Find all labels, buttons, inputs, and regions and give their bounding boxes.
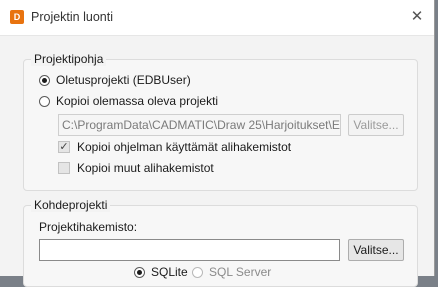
target-browse-button[interactable]: Valitse... xyxy=(348,239,404,261)
radio-copy-project[interactable]: Kopioi olemassa oleva projekti xyxy=(39,94,218,108)
radio-sqlite[interactable]: SQLite xyxy=(134,265,188,279)
radio-default-project-label: Oletusprojekti (EDBUser) xyxy=(56,73,191,87)
source-browse-button[interactable]: Valitse... xyxy=(348,114,404,136)
create-project-dialog: D Projektin luonti ✕ Projektipohja Oletu… xyxy=(0,0,435,287)
radio-sqlserver[interactable]: SQL Server xyxy=(192,265,271,279)
project-template-group: Projektipohja Oletusprojekti (EDBUser) K… xyxy=(23,52,418,191)
copy-program-dirs-checkbox-row[interactable]: ✓ Kopioi ohjelman käyttämät alihakemisto… xyxy=(58,140,291,154)
target-project-group-label: Kohdeprojekti xyxy=(31,198,111,212)
radio-sqlserver-label: SQL Server xyxy=(209,265,272,279)
radio-copy-project-button[interactable] xyxy=(39,95,50,107)
close-icon[interactable]: ✕ xyxy=(406,6,428,28)
copy-other-dirs-checkbox[interactable] xyxy=(58,162,70,174)
window-title: Projektin luonti xyxy=(31,10,113,24)
project-folder-input[interactable] xyxy=(39,239,340,261)
copy-program-dirs-label: Kopioi ohjelman käyttämät alihakemistot xyxy=(77,140,292,154)
radio-default-project[interactable]: Oletusprojekti (EDBUser) xyxy=(39,73,191,87)
title-bar[interactable]: D Projektin luonti ✕ xyxy=(0,0,434,36)
source-project-path-input[interactable]: C:\ProgramData\CADMATIC\Draw 25\Harjoitu… xyxy=(58,114,341,136)
target-project-group: Kohdeprojekti Projektihakemisto: Valitse… xyxy=(23,198,418,287)
checkmark-icon[interactable]: ✓ xyxy=(58,141,70,153)
copy-other-dirs-label: Kopioi muut alihakemistot xyxy=(77,161,214,175)
project-template-group-label: Projektipohja xyxy=(31,52,107,66)
project-folder-label: Projektihakemisto: xyxy=(39,220,138,234)
app-icon: D xyxy=(10,10,24,24)
radio-default-project-button[interactable] xyxy=(39,74,50,86)
radio-sqlite-label: SQLite xyxy=(151,265,188,279)
copy-other-dirs-checkbox-row[interactable]: Kopioi muut alihakemistot xyxy=(58,161,214,175)
radio-copy-project-label: Kopioi olemassa oleva projekti xyxy=(56,94,219,108)
